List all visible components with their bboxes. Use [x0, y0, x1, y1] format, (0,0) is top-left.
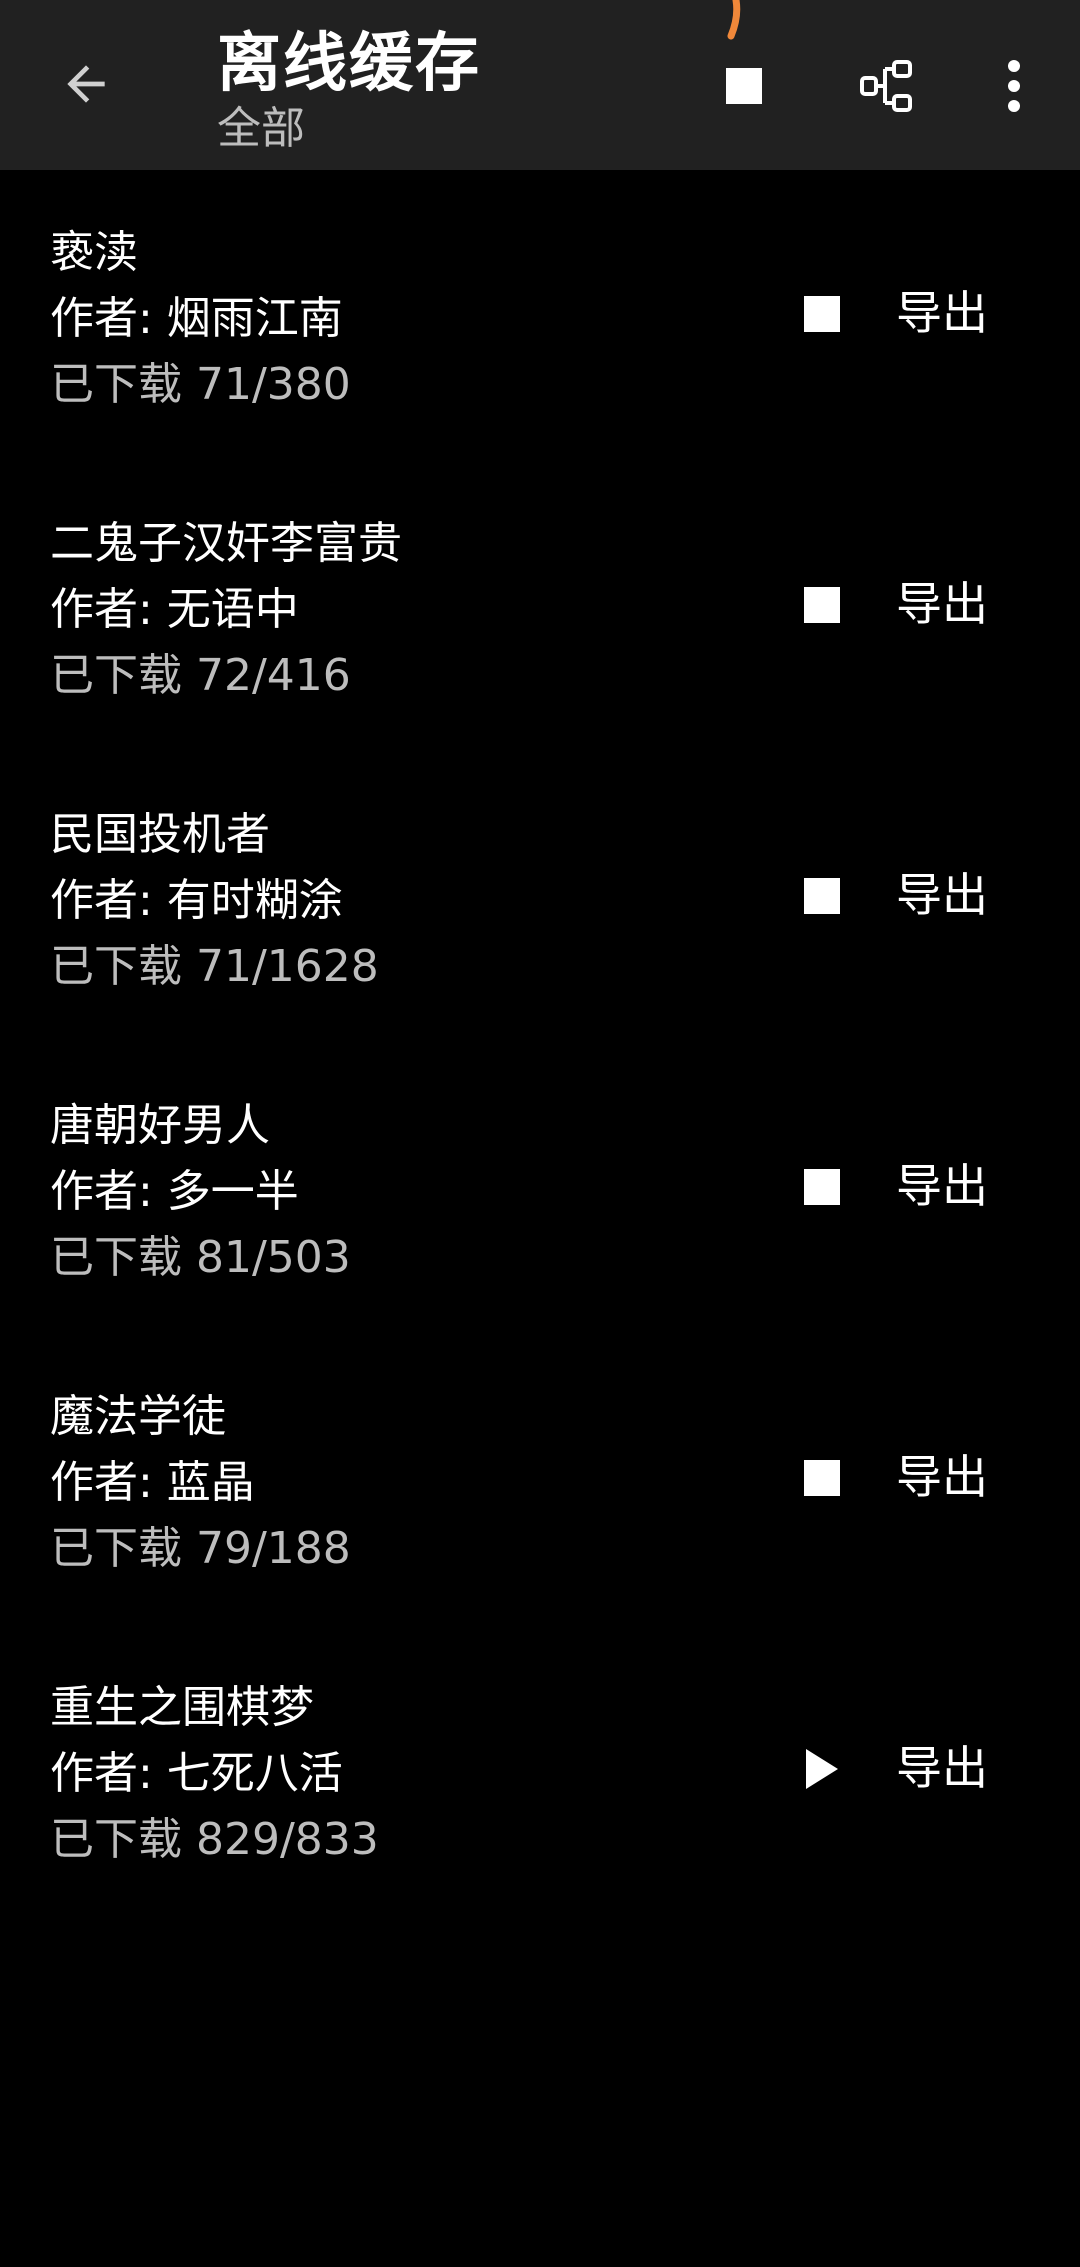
- title-block: 离线缓存 全部: [217, 22, 481, 154]
- book-title: 魔法学徒: [50, 1391, 226, 1442]
- book-author: 作者: 有时糊涂: [50, 875, 343, 926]
- download-progress: 已下载 79/188: [50, 1523, 351, 1574]
- export-button[interactable]: 导出: [896, 1735, 988, 1801]
- stop-download-button[interactable]: [782, 565, 862, 645]
- stop-download-button[interactable]: [782, 856, 862, 936]
- book-title: 亵渎: [50, 227, 138, 278]
- list-item[interactable]: 重生之围棋梦 作者: 七死八活 已下载 829/833 导出: [0, 1625, 1080, 1916]
- category-tree-button[interactable]: [848, 46, 928, 126]
- stop-icon: [804, 1169, 840, 1205]
- book-info: 重生之围棋梦 作者: 七死八活 已下载 829/833: [50, 1675, 379, 1873]
- book-title: 二鬼子汉奸李富贵: [50, 518, 402, 569]
- tree-structure-icon: [860, 60, 912, 112]
- stop-icon: [804, 878, 840, 914]
- export-button[interactable]: 导出: [896, 1153, 988, 1219]
- back-button[interactable]: [46, 44, 126, 124]
- arrow-left-icon: [67, 65, 105, 103]
- export-button[interactable]: 导出: [896, 862, 988, 928]
- list-item[interactable]: 民国投机者 作者: 有时糊涂 已下载 71/1628 导出: [0, 752, 1080, 1043]
- stop-icon: [726, 68, 762, 104]
- top-app-bar: 离线缓存 全部: [0, 0, 1080, 170]
- book-author: 作者: 多一半: [50, 1166, 299, 1217]
- download-progress: 已下载 71/380: [50, 359, 351, 410]
- stop-icon: [804, 1460, 840, 1496]
- download-progress: 已下载 829/833: [50, 1814, 379, 1865]
- list-item[interactable]: 二鬼子汉奸李富贵 作者: 无语中 已下载 72/416 导出: [0, 461, 1080, 752]
- page-subtitle: 全部: [217, 103, 305, 154]
- download-progress: 已下载 81/503: [50, 1232, 351, 1283]
- refresh-indicator-icon: [727, 0, 741, 40]
- more-options-button[interactable]: [974, 46, 1054, 126]
- book-info: 唐朝好男人 作者: 多一半 已下载 81/503: [50, 1093, 351, 1291]
- stop-icon: [804, 587, 840, 623]
- export-button[interactable]: 导出: [896, 1444, 988, 1510]
- book-author: 作者: 无语中: [50, 584, 299, 635]
- play-icon: [806, 1749, 838, 1789]
- book-info: 民国投机者 作者: 有时糊涂 已下载 71/1628: [50, 802, 379, 1000]
- book-title: 唐朝好男人: [50, 1100, 270, 1151]
- list-item[interactable]: 魔法学徒 作者: 蓝晶 已下载 79/188 导出: [0, 1334, 1080, 1625]
- list-item[interactable]: 唐朝好男人 作者: 多一半 已下载 81/503 导出: [0, 1043, 1080, 1334]
- book-title: 重生之围棋梦: [50, 1682, 314, 1733]
- book-info: 二鬼子汉奸李富贵 作者: 无语中 已下载 72/416: [50, 511, 402, 709]
- export-button[interactable]: 导出: [896, 571, 988, 637]
- offline-cache-screen: 离线缓存 全部 亵渎 作者: 烟雨江南 已下载 71/380 导出 二鬼子汉奸李…: [0, 0, 1080, 2267]
- stop-icon: [804, 296, 840, 332]
- start-download-button[interactable]: [782, 1729, 862, 1809]
- stop-download-button[interactable]: [782, 274, 862, 354]
- stop-download-button[interactable]: [782, 1438, 862, 1518]
- book-info: 亵渎 作者: 烟雨江南 已下载 71/380: [50, 220, 351, 418]
- book-info: 魔法学徒 作者: 蓝晶 已下载 79/188: [50, 1384, 351, 1582]
- list-item[interactable]: 亵渎 作者: 烟雨江南 已下载 71/380 导出: [0, 170, 1080, 461]
- stop-download-button[interactable]: [782, 1147, 862, 1227]
- download-progress: 已下载 72/416: [50, 650, 351, 701]
- page-title: 离线缓存: [217, 27, 481, 101]
- stop-all-button[interactable]: [704, 46, 784, 126]
- book-author: 作者: 蓝晶: [50, 1457, 255, 1508]
- book-author: 作者: 七死八活: [50, 1748, 343, 1799]
- download-list: 亵渎 作者: 烟雨江南 已下载 71/380 导出 二鬼子汉奸李富贵 作者: 无…: [0, 170, 1080, 1916]
- more-vert-icon: [1008, 60, 1020, 112]
- book-title: 民国投机者: [50, 809, 270, 860]
- download-progress: 已下载 71/1628: [50, 941, 379, 992]
- book-author: 作者: 烟雨江南: [50, 293, 343, 344]
- export-button[interactable]: 导出: [896, 280, 988, 346]
